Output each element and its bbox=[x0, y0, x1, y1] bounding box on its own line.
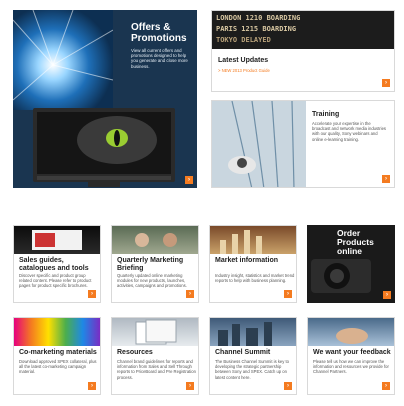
channel-summit-title: Channel Summit bbox=[215, 349, 271, 356]
market-information-arrow-button[interactable]: › bbox=[284, 290, 292, 298]
papers-graphic bbox=[135, 319, 177, 345]
light-burst-image bbox=[13, 10, 113, 110]
market-information-title: Market information bbox=[215, 257, 279, 264]
training-title: Training bbox=[312, 111, 340, 118]
documents-image bbox=[112, 318, 198, 346]
channel-summit-tile[interactable]: Channel Summit The Business Channel Summ… bbox=[209, 317, 297, 395]
updates-link[interactable]: > NEW 2013 Product Guide bbox=[218, 68, 270, 73]
market-information-tile[interactable]: Market information Industry insight, sta… bbox=[209, 225, 297, 303]
market-image bbox=[210, 226, 296, 254]
order-products-arrow-button[interactable]: › bbox=[383, 291, 391, 299]
resources-tile[interactable]: Resources Channel brand guidelines for r… bbox=[111, 317, 199, 395]
training-tile[interactable]: Training Accelerate your expertise in th… bbox=[211, 100, 395, 188]
co-marketing-description: Download approved SPEX collateral, plus … bbox=[19, 359, 97, 375]
board-line-3: TOKYO DELAYED bbox=[216, 36, 271, 44]
offers-title: Offers & Promotions bbox=[131, 22, 187, 44]
quarterly-briefing-description: Quarterly updated online marketing modul… bbox=[117, 273, 187, 289]
order-products-tile[interactable]: Order Products online › bbox=[307, 225, 395, 303]
feedback-arrow-button[interactable]: › bbox=[382, 382, 390, 390]
co-marketing-title: Co-marketing materials bbox=[19, 349, 97, 356]
board-line-1: LONDON 1210 BOARDING bbox=[216, 14, 301, 22]
monitor-cat-image bbox=[33, 108, 175, 187]
updates-arrow-button[interactable]: › bbox=[382, 79, 390, 87]
updates-title: Latest Updates bbox=[218, 57, 269, 64]
channel-summit-description: The Business Channel Summit is key to de… bbox=[215, 359, 290, 380]
swimming-pool-image bbox=[212, 101, 306, 187]
co-marketing-arrow-button[interactable]: › bbox=[88, 382, 96, 390]
training-description: Accelerate your expertise in the broadca… bbox=[312, 121, 387, 142]
offers-promotions-tile[interactable]: Offers & Promotions View all current off… bbox=[13, 10, 197, 188]
co-marketing-tile[interactable]: Co-marketing materials Download approved… bbox=[13, 317, 101, 395]
resources-title: Resources bbox=[117, 349, 153, 356]
sales-guides-title: Sales guides, catalogues and tools bbox=[19, 257, 89, 272]
meeting-image bbox=[112, 226, 198, 254]
quarterly-briefing-arrow-button[interactable]: › bbox=[186, 290, 194, 298]
people-graphic bbox=[135, 233, 177, 247]
tablet-image bbox=[14, 226, 100, 254]
skyline-graphic bbox=[218, 322, 272, 346]
resources-arrow-button[interactable]: › bbox=[186, 382, 194, 390]
tablet-screen-graphic bbox=[32, 230, 82, 250]
quarterly-briefing-tile[interactable]: Quarterly Marketing Briefing Quarterly u… bbox=[111, 225, 199, 303]
quarterly-briefing-title: Quarterly Marketing Briefing bbox=[117, 257, 184, 272]
sales-guides-tile[interactable]: Sales guides, catalogues and tools Disco… bbox=[13, 225, 101, 303]
channel-summit-arrow-button[interactable]: › bbox=[284, 382, 292, 390]
training-arrow-button[interactable]: › bbox=[382, 175, 390, 183]
board-line-2: PARIS 1215 BOARDING bbox=[216, 25, 297, 33]
feedback-image bbox=[308, 318, 394, 346]
feedback-tile[interactable]: We want your feedback Please tell us how… bbox=[307, 317, 395, 395]
offers-description: View all current offers and promotions d… bbox=[131, 48, 188, 69]
departure-board-image: LONDON 1210 BOARDING PARIS 1215 BOARDING… bbox=[212, 11, 394, 49]
bars-graphic bbox=[220, 230, 262, 254]
camera-image bbox=[311, 259, 371, 293]
feedback-title: We want your feedback bbox=[313, 349, 391, 356]
feedback-description: Please tell us how we can improve the in… bbox=[313, 359, 389, 375]
offers-arrow-button[interactable]: › bbox=[185, 176, 193, 184]
sales-guides-arrow-button[interactable]: › bbox=[88, 290, 96, 298]
resources-description: Channel brand guidelines for reports and… bbox=[117, 359, 196, 380]
latest-updates-tile[interactable]: LONDON 1210 BOARDING PARIS 1215 BOARDING… bbox=[211, 10, 395, 92]
color-swatch-image bbox=[14, 318, 100, 346]
market-information-description: Industry insight, statistics and market … bbox=[215, 273, 295, 284]
sales-guides-description: Discover specific and product group rela… bbox=[19, 273, 92, 289]
city-image bbox=[210, 318, 296, 346]
hand-graphic bbox=[336, 328, 368, 344]
